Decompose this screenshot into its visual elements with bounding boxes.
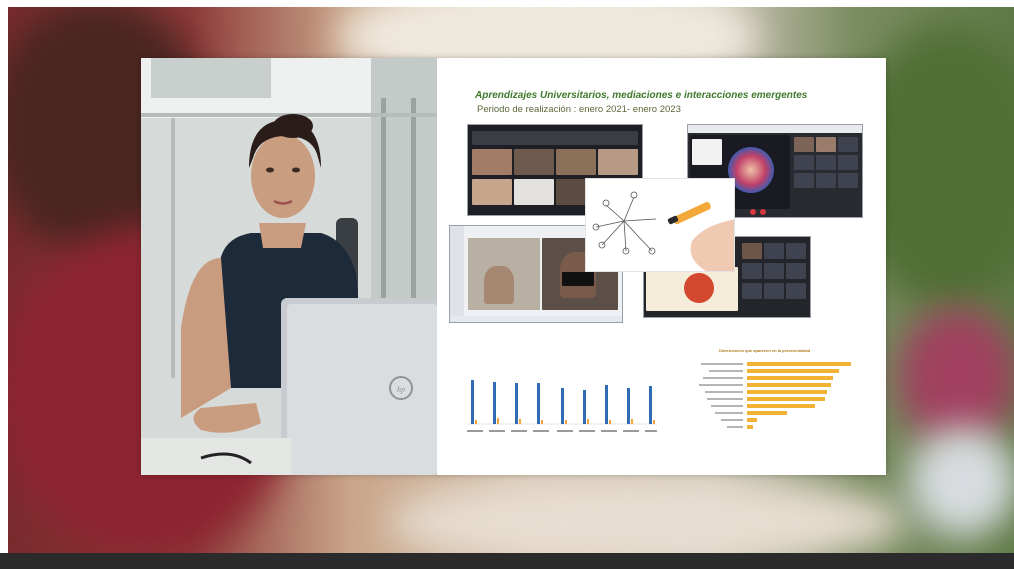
blurred-desk [388,477,908,553]
bottom-bar [0,553,1014,569]
bar-chart-right-svg [699,362,851,429]
slide-title: Aprendizajes Universitarios, mediaciones… [475,90,808,101]
photo-woman-laptop: hp [141,58,437,475]
whiteboard-diagram [585,178,735,272]
blurred-cup [908,427,1014,537]
bar-chart-right: Dimensiones que aparecen en la presencia… [697,348,877,448]
blurred-pens [898,307,1014,447]
photo-illustration: hp [141,58,437,475]
concept-map-illustration [592,191,734,271]
laptop-logo-icon: hp [397,385,405,394]
slide-subtitle: Periodo de realización : enero 2021- ene… [477,104,681,115]
bar-chart-left-svg [467,380,657,432]
right-chart-title: Dimensiones que aparecen en la presencia… [719,348,811,353]
bar-chart-left [461,350,657,450]
collage: hp Aprendizajes Universitarios, mediacio… [141,58,886,475]
marker-icon [673,201,711,225]
presentation-slide: Aprendizajes Universitarios, mediaciones… [437,58,886,475]
